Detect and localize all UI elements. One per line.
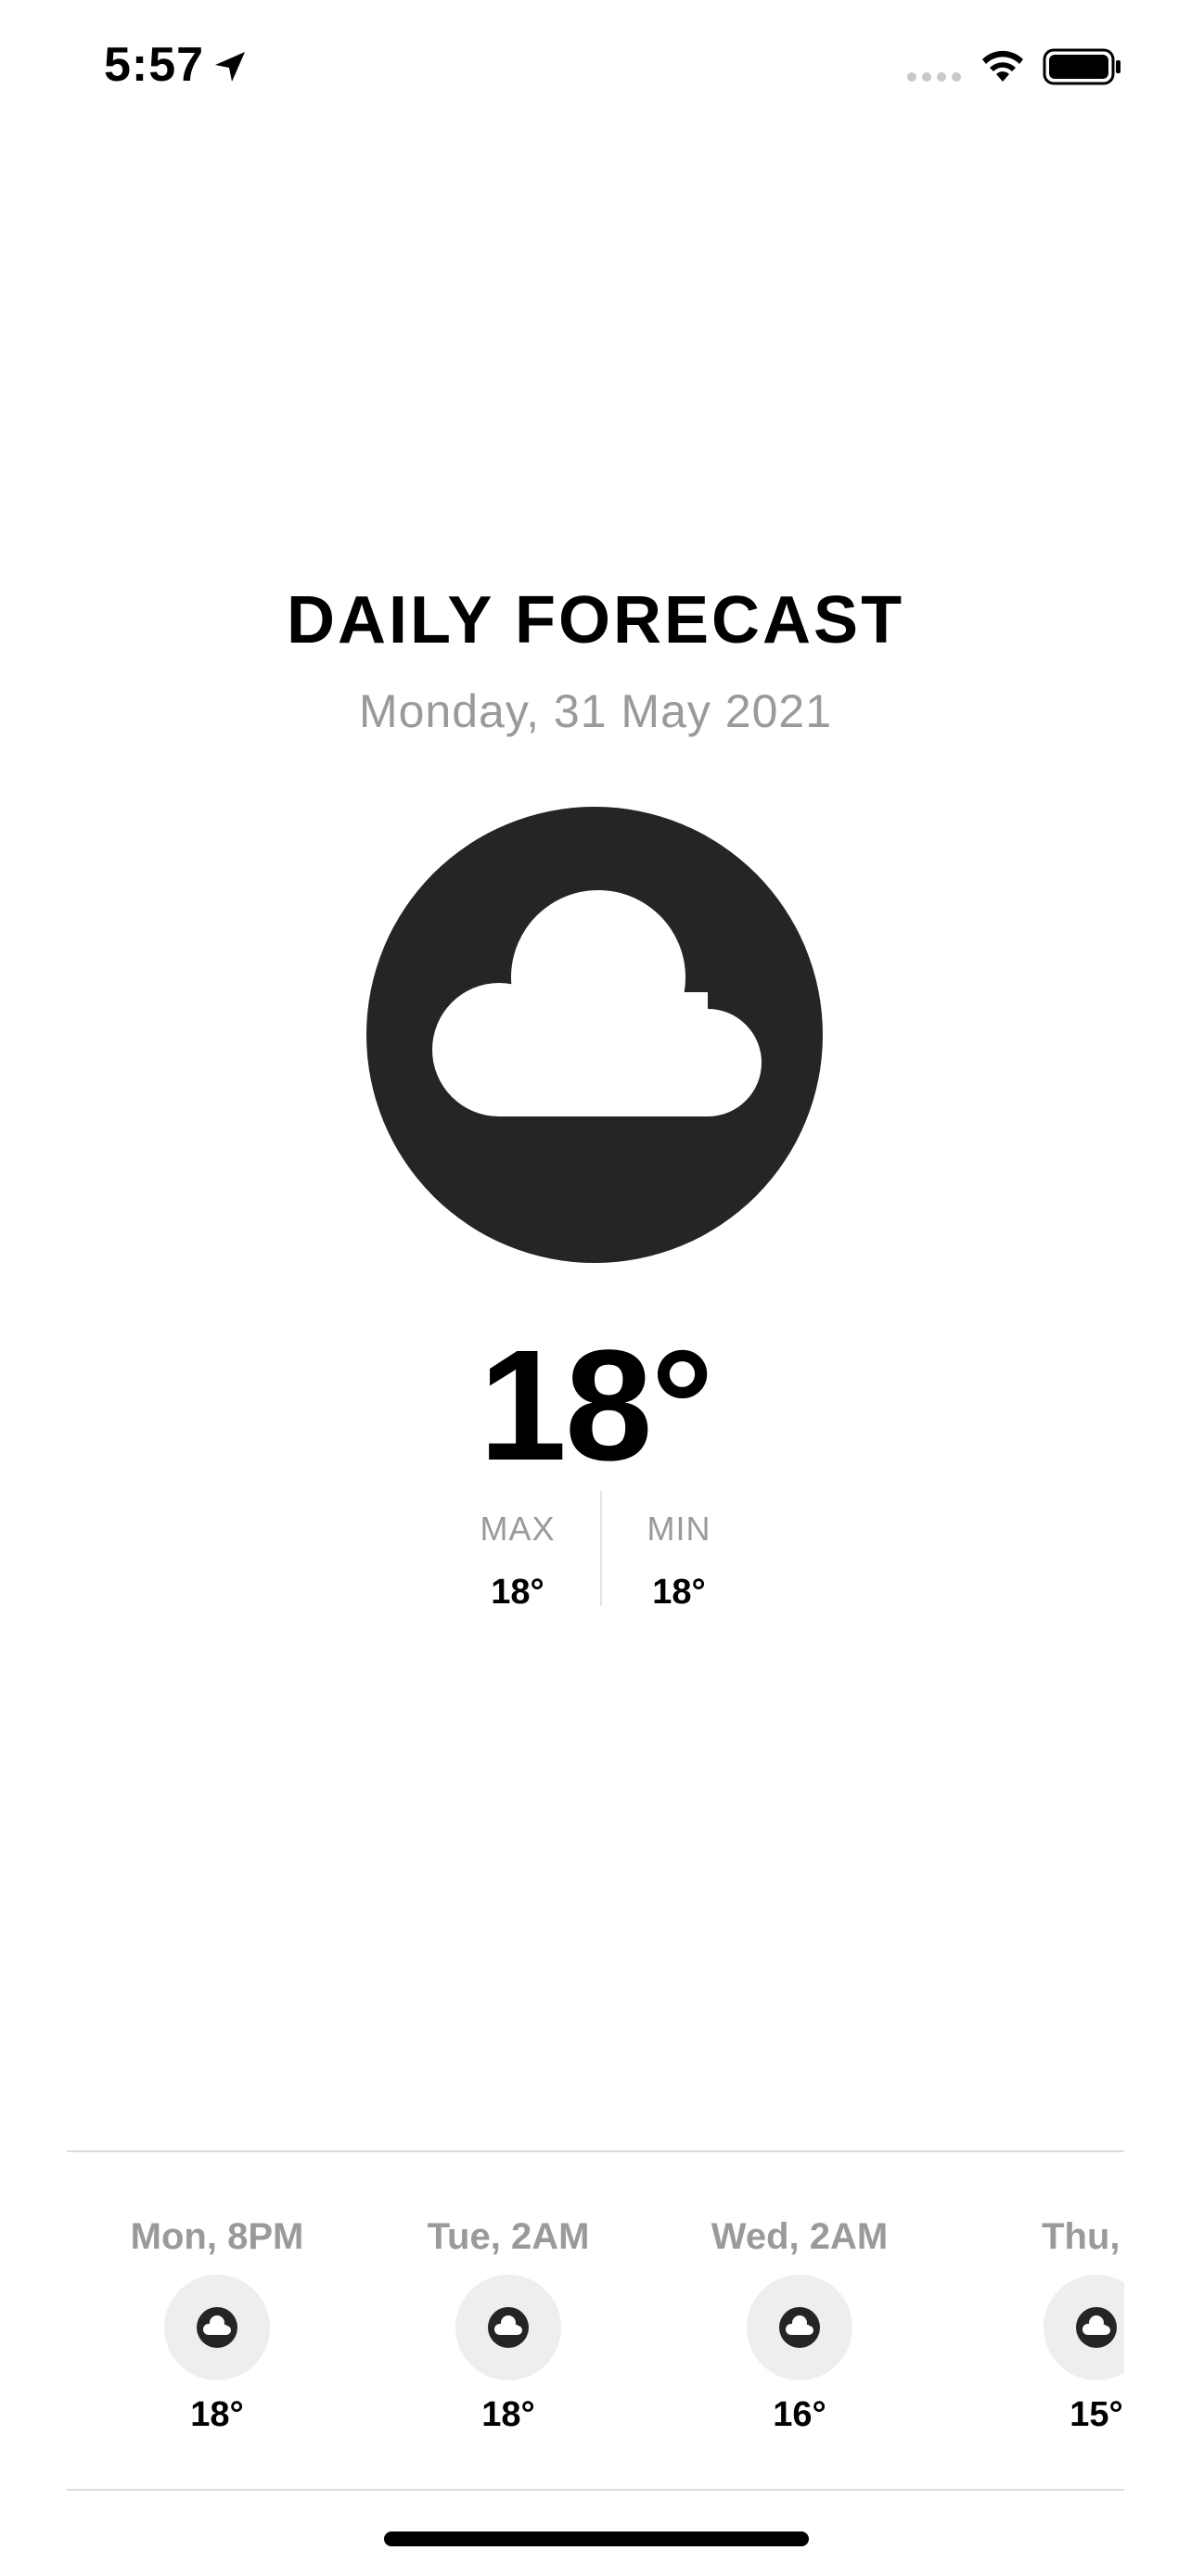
hourly-item-temp: 16°	[773, 2395, 826, 2434]
hourly-item-time: Wed, 2AM	[711, 2216, 889, 2257]
status-time: 5:57	[104, 38, 205, 92]
forecast-date: Monday, 31 May 2021	[358, 685, 833, 737]
max-value: 18°	[491, 1573, 544, 1612]
cellular-signal-icon	[907, 72, 961, 82]
hourly-item-time: Thu, 2	[1042, 2216, 1124, 2257]
hourly-bottom-divider	[67, 2489, 1124, 2491]
hourly-item[interactable]: Mon, 8PM 18°	[87, 2151, 347, 2435]
wifi-icon	[982, 50, 1023, 82]
hourly-item-time: Tue, 2AM	[427, 2216, 590, 2257]
hourly-item-temp: 18°	[190, 2395, 244, 2434]
max-column: MAX 18°	[434, 1491, 601, 1613]
home-indicator[interactable]	[384, 2531, 809, 2546]
cloud-icon	[366, 807, 823, 1263]
hourly-item[interactable]: Thu, 2 15°	[967, 2151, 1124, 2435]
cloud-icon	[164, 2275, 270, 2380]
hourly-forecast-scroller[interactable]: Mon, 8PM 18° Tue, 2AM 18° Wed, 2AM 16° T…	[67, 2151, 1124, 2485]
cloud-icon	[455, 2275, 561, 2380]
cloud-icon	[1044, 2275, 1124, 2380]
battery-icon	[1043, 48, 1121, 85]
hourly-item-temp: 15°	[1069, 2395, 1123, 2434]
hourly-item[interactable]: Tue, 2AM 18°	[378, 2151, 638, 2435]
page-title: DAILY FORECAST	[286, 583, 905, 657]
hourly-item-temp: 18°	[481, 2395, 535, 2434]
current-temperature: 18°	[479, 1318, 713, 1494]
hourly-item[interactable]: Wed, 2AM 16°	[670, 2151, 929, 2435]
hourly-item-time: Mon, 8PM	[130, 2216, 304, 2257]
location-arrow-icon	[215, 52, 245, 82]
cloud-icon	[747, 2275, 852, 2380]
min-value: 18°	[652, 1573, 706, 1612]
max-label: MAX	[480, 1510, 556, 1548]
min-column: MIN 18°	[596, 1491, 762, 1613]
min-label: MIN	[647, 1510, 711, 1548]
min-max-section: MAX 18° MIN 18°	[0, 1491, 1191, 1612]
status-bar: 5:57	[0, 0, 1191, 139]
